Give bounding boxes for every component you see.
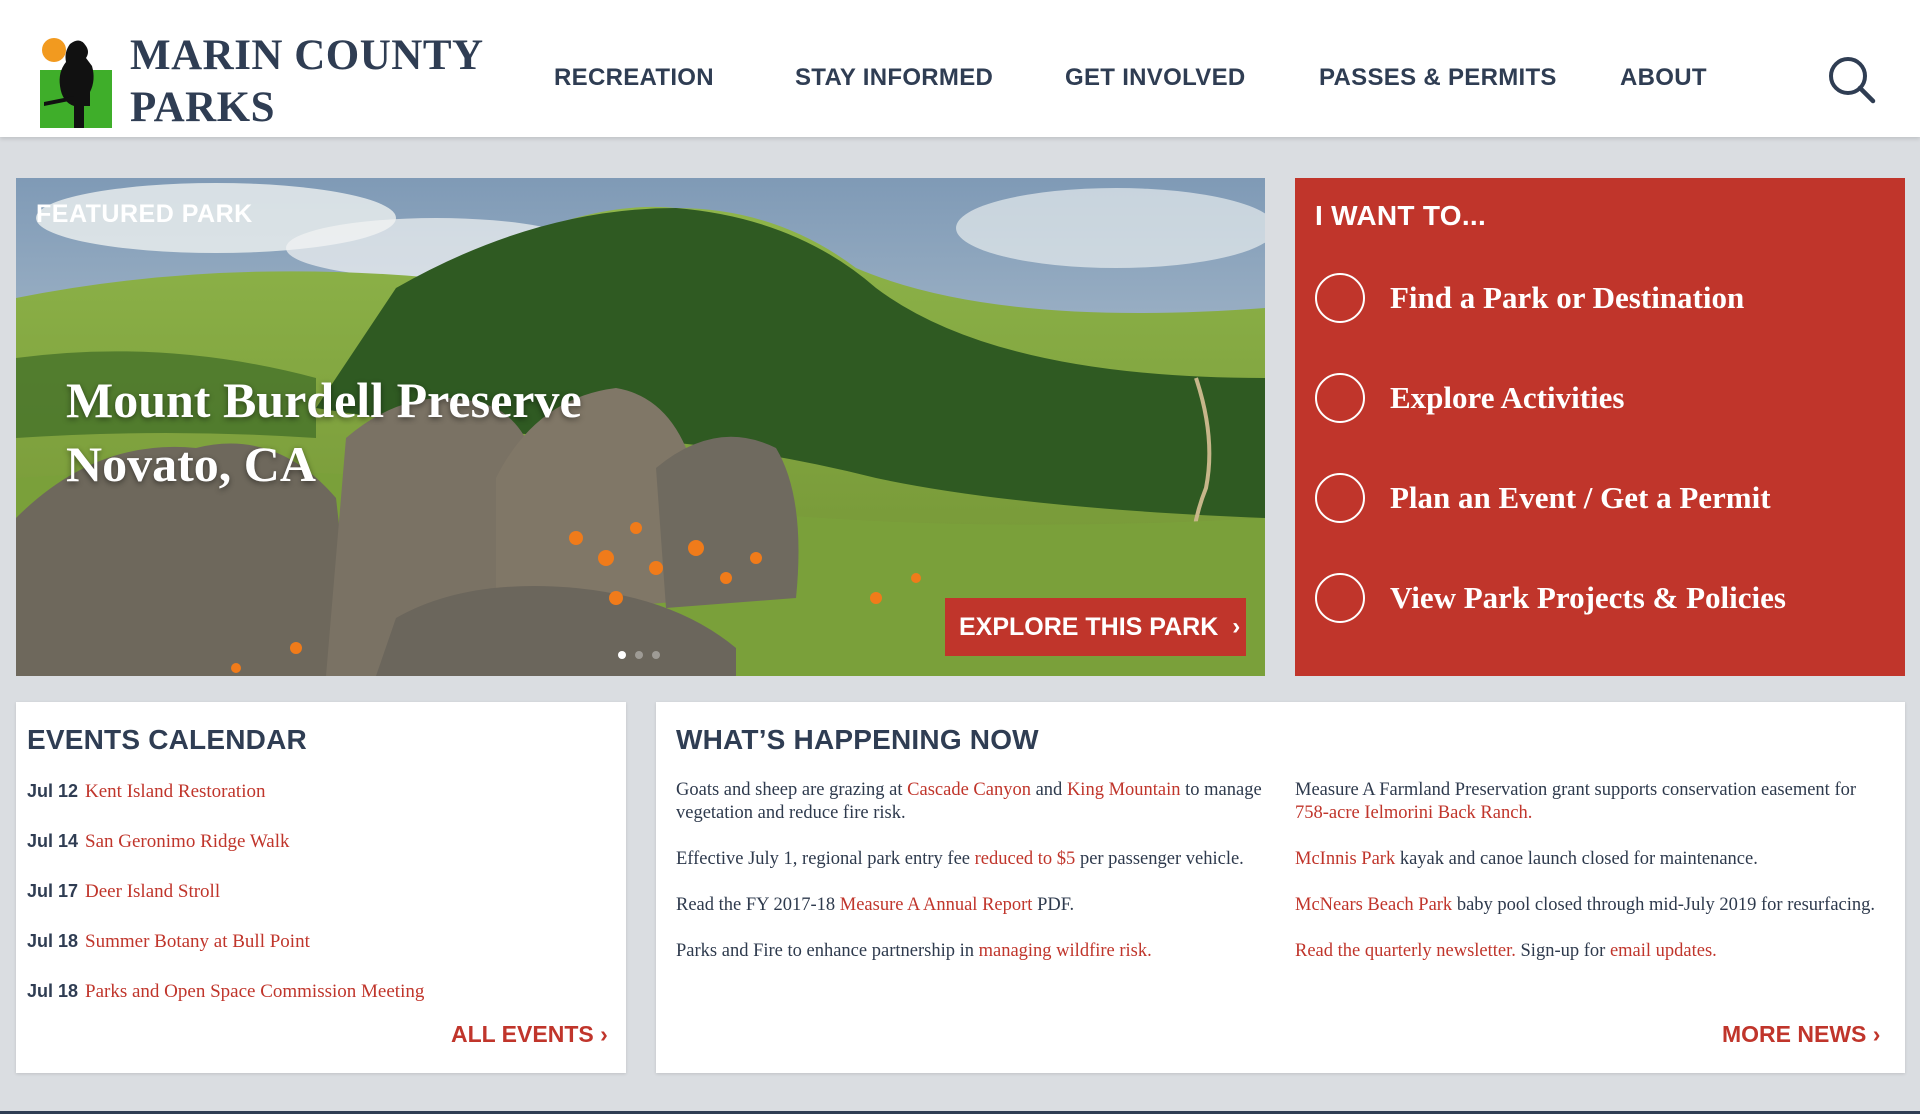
iwant-item-label: Plan an Event / Get a Permit: [1390, 480, 1771, 515]
iwant-item-label: Explore Activities: [1390, 380, 1625, 415]
news-text: Read the FY 2017-18: [676, 895, 840, 915]
event-date: Jul 14: [27, 831, 79, 851]
circle-icon: [1315, 473, 1365, 523]
news-item: Read the FY 2017-18 Measure A Annual Rep…: [676, 894, 1266, 917]
event-row: Jul 17 Deer Island Stroll: [27, 881, 220, 903]
all-events-link[interactable]: ALL EVENTS ›: [451, 1021, 608, 1048]
featured-park-name: Mount Burdell Preserve: [66, 372, 582, 428]
event-link[interactable]: Deer Island Stroll: [85, 881, 220, 903]
event-link[interactable]: Kent Island Restoration: [85, 781, 265, 803]
news-link[interactable]: reduced to $5: [975, 849, 1076, 869]
news-link[interactable]: Cascade Canyon: [907, 780, 1031, 800]
news-item: Parks and Fire to enhance partnership in…: [676, 940, 1266, 963]
news-link[interactable]: managing wildfire risk.: [979, 941, 1152, 961]
chevron-right-icon: ›: [1872, 1021, 1881, 1047]
chevron-right-icon: ›: [600, 1021, 608, 1047]
site-header: MARIN COUNTY PARKS RECREATION STAY INFOR…: [0, 0, 1920, 137]
news-text: kayak and canoe launch closed for mainte…: [1395, 849, 1758, 869]
news-link[interactable]: Read the quarterly newsletter.: [1295, 941, 1516, 961]
news-column-left: Goats and sheep are grazing at Cascade C…: [676, 779, 1266, 986]
news-text: and: [1030, 780, 1067, 800]
event-link[interactable]: San Geronimo Ridge Walk: [85, 831, 289, 853]
nav-passes-permits[interactable]: PASSES & PERMITS: [1319, 64, 1557, 92]
event-date: Jul 17: [27, 881, 79, 901]
carousel-dot-3[interactable]: [652, 651, 660, 659]
news-item: McInnis Park kayak and canoe launch clos…: [1295, 848, 1885, 871]
news-link[interactable]: 758-acre Ielmorini Back Ranch.: [1295, 803, 1532, 823]
news-item: McNears Beach Park baby pool closed thro…: [1295, 894, 1885, 917]
event-row: Jul 12 Kent Island Restoration: [27, 781, 266, 803]
explore-this-park-button[interactable]: EXPLORE THIS PARK ›: [945, 598, 1246, 656]
event-row: Jul 14 San Geronimo Ridge Walk: [27, 831, 290, 853]
circle-icon: [1315, 373, 1365, 423]
news-link[interactable]: McNears Beach Park: [1295, 895, 1452, 915]
explore-button-label: EXPLORE THIS PARK: [959, 612, 1219, 641]
iwant-explore-activities[interactable]: Explore Activities: [1315, 372, 1624, 424]
nav-recreation[interactable]: RECREATION: [554, 64, 714, 92]
news-link[interactable]: email updates.: [1610, 941, 1717, 961]
events-calendar-title: EVENTS CALENDAR: [27, 724, 307, 755]
news-text: Sign-up for: [1515, 941, 1610, 961]
featured-park-location: Novato, CA: [66, 436, 316, 492]
event-date: Jul 18: [27, 981, 79, 1001]
main-nav: RECREATION STAY INFORMED GET INVOLVED PA…: [0, 0, 1920, 137]
news-text: Parks and Fire to enhance partnership in: [676, 941, 979, 961]
circle-icon: [1315, 573, 1365, 623]
event-row: Jul 18 Parks and Open Space Commission M…: [27, 981, 424, 1003]
nav-about[interactable]: ABOUT: [1620, 64, 1707, 92]
news-link[interactable]: Measure A Annual Report: [840, 895, 1033, 915]
events-calendar-card: EVENTS CALENDAR Jul 12 Kent Island Resto…: [16, 702, 626, 1073]
circle-icon: [1315, 273, 1365, 323]
news-item: Effective July 1, regional park entry fe…: [676, 848, 1266, 871]
iwant-item-label: Find a Park or Destination: [1390, 280, 1745, 315]
news-text: baby pool closed through mid-July 2019 f…: [1452, 895, 1876, 915]
news-text: per passenger vehicle.: [1075, 849, 1244, 869]
news-item: Measure A Farmland Preservation grant su…: [1295, 779, 1885, 825]
news-text: PDF.: [1032, 895, 1075, 915]
featured-park-label: FEATURED PARK: [36, 200, 253, 228]
i-want-to-panel: I WANT TO... Find a Park or Destination …: [1295, 178, 1905, 676]
all-events-label: ALL EVENTS: [451, 1021, 594, 1047]
iwant-plan-event[interactable]: Plan an Event / Get a Permit: [1315, 472, 1771, 524]
whats-happening-title: WHAT’S HAPPENING NOW: [676, 724, 1039, 755]
featured-park-title[interactable]: Mount Burdell Preserve Novato, CA: [66, 368, 582, 496]
event-link[interactable]: Parks and Open Space Commission Meeting: [85, 981, 424, 1003]
more-news-label: MORE NEWS: [1722, 1021, 1867, 1047]
iwant-item-label: View Park Projects & Policies: [1390, 580, 1786, 615]
nav-get-involved[interactable]: GET INVOLVED: [1065, 64, 1246, 92]
nav-stay-informed[interactable]: STAY INFORMED: [795, 64, 993, 92]
event-row: Jul 18 Summer Botany at Bull Point: [27, 931, 310, 953]
whats-happening-card: WHAT’S HAPPENING NOW Goats and sheep are…: [656, 702, 1905, 1073]
news-text: Goats and sheep are grazing at: [676, 780, 908, 800]
carousel-dot-1[interactable]: [618, 651, 626, 659]
news-column-right: Measure A Farmland Preservation grant su…: [1295, 779, 1885, 986]
event-date: Jul 12: [27, 781, 79, 801]
more-news-link[interactable]: MORE NEWS ›: [1722, 1021, 1880, 1048]
news-item: Goats and sheep are grazing at Cascade C…: [676, 779, 1266, 825]
iwant-find-park[interactable]: Find a Park or Destination: [1315, 272, 1744, 324]
search-icon[interactable]: [1827, 55, 1877, 105]
iwant-park-projects[interactable]: View Park Projects & Policies: [1315, 572, 1786, 624]
news-link[interactable]: McInnis Park: [1295, 849, 1395, 869]
news-item: Read the quarterly newsletter. Sign-up f…: [1295, 940, 1885, 963]
news-link[interactable]: King Mountain: [1067, 780, 1181, 800]
featured-park-carousel[interactable]: FEATURED PARK Mount Burdell Preserve Nov…: [16, 178, 1265, 676]
carousel-dot-2[interactable]: [635, 651, 643, 659]
news-text: Measure A Farmland Preservation grant su…: [1295, 780, 1857, 800]
chevron-right-icon: ›: [1232, 613, 1241, 640]
event-date: Jul 18: [27, 931, 79, 951]
carousel-indicators: [618, 651, 660, 659]
i-want-to-title: I WANT TO...: [1315, 200, 1487, 231]
event-link[interactable]: Summer Botany at Bull Point: [85, 931, 310, 953]
news-text: Effective July 1, regional park entry fe…: [676, 849, 975, 869]
